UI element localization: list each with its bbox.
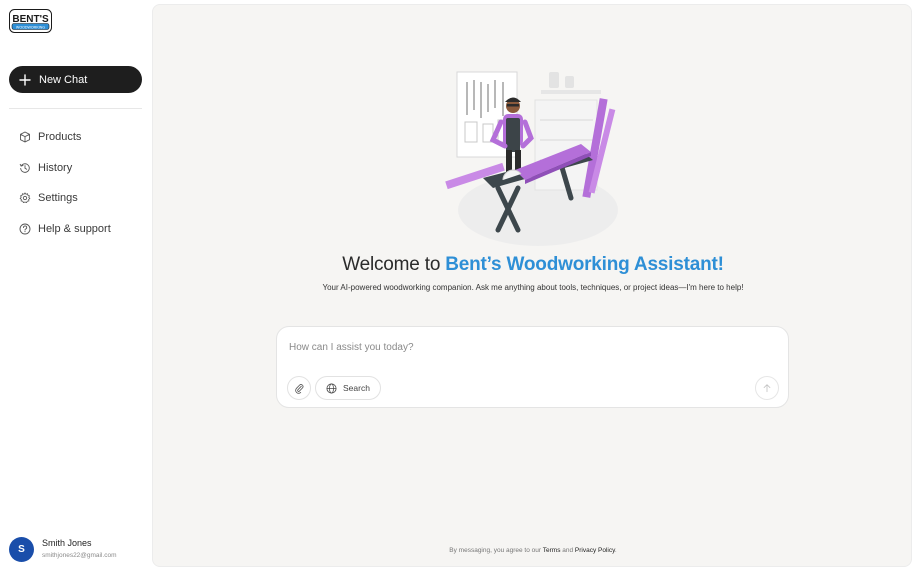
legal-suffix: . (614, 547, 617, 554)
sidebar-item-label: Help & support (38, 223, 111, 236)
new-chat-button[interactable]: New Chat (9, 66, 142, 93)
globe-icon (326, 383, 337, 393)
sidebar: BENT'S WOODWORKING New Chat Products His… (0, 0, 151, 571)
box-icon (20, 131, 30, 143)
plus-icon (19, 73, 31, 86)
welcome-heading: Welcome to Bent’s Woodworking Assistant! (153, 254, 913, 276)
paperclip-icon (294, 383, 303, 394)
avatar: S (9, 536, 34, 562)
user-info: Smith Jones smithjones22@gmail.com (42, 537, 117, 561)
gear-icon (19, 192, 31, 204)
search-toggle-button[interactable]: Search (315, 376, 381, 400)
welcome-brand: Bent’s Woodworking Assistant! (445, 254, 724, 275)
sidebar-nav: Products History Settings Help & support (0, 125, 151, 248)
privacy-policy-link[interactable]: Privacy Policy (575, 547, 615, 554)
legal-and: and (560, 547, 575, 554)
brand-logo[interactable]: BENT'S WOODWORKING (9, 9, 52, 33)
woodworker-illustration (445, 71, 618, 246)
welcome-prefix: Welcome to (342, 254, 446, 275)
sidebar-item-label: Settings (38, 192, 78, 205)
sidebar-item-settings[interactable]: Settings (0, 186, 151, 210)
message-input[interactable] (289, 339, 769, 355)
logo-text: BENT'S (12, 14, 49, 25)
user-email: smithjones22@gmail.com (42, 552, 117, 559)
sidebar-item-label: History (38, 161, 73, 174)
arrow-up-icon (763, 384, 771, 393)
welcome-tagline: Your AI-powered woodworking companion. A… (322, 283, 744, 292)
sidebar-item-products[interactable]: Products (0, 125, 151, 149)
search-label: Search (343, 383, 370, 393)
logo-subtext: WOODWORKING (16, 25, 45, 29)
new-chat-label: New Chat (39, 73, 88, 86)
app-window: BENT'S WOODWORKING New Chat Products His… (0, 0, 916, 571)
history-icon (19, 163, 30, 173)
main-panel: Welcome to Bent’s Woodworking Assistant!… (152, 4, 912, 567)
sidebar-item-label: Products (38, 131, 82, 143)
legal-prefix: By messaging, you agree to our (449, 547, 543, 554)
sidebar-item-history[interactable]: History (0, 156, 151, 180)
chat-composer: Search (276, 326, 789, 408)
terms-link[interactable]: Terms (543, 547, 561, 554)
send-button[interactable] (755, 376, 779, 400)
attach-button[interactable] (287, 376, 311, 400)
user-profile[interactable]: S Smith Jones smithjones22@gmail.com (9, 535, 149, 563)
user-name: Smith Jones (42, 538, 92, 548)
sidebar-item-help[interactable]: Help & support (0, 217, 151, 241)
sidebar-divider (9, 108, 142, 109)
help-icon (19, 223, 31, 235)
legal-notice: By messaging, you agree to our Terms and… (153, 547, 913, 554)
